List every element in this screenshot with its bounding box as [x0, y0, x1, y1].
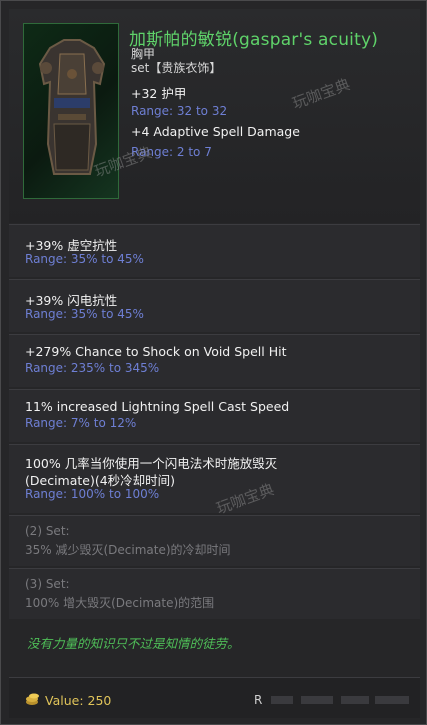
coin-icon [26, 693, 39, 705]
set-bonus-row: (2) Set: 35% 减少毁灭(Decimate)的冷却时间 [9, 515, 420, 566]
item-name: 加斯帕的敏锐(gaspar's acuity) [129, 30, 379, 50]
implicit-armor-stat: +32 护甲 [131, 86, 187, 101]
item-set-name: set【贵族衣饰】 [131, 61, 222, 75]
item-value: Value: 250 [45, 693, 112, 708]
set-bonus-row: (3) Set: 100% 增大毁灭(Decimate)的范围 [9, 568, 420, 619]
obscured-text [375, 696, 409, 704]
affix-stat: +279% Chance to Shock on Void Spell Hit [25, 344, 287, 359]
affix-range: Range: 235% to 345% [25, 361, 160, 375]
item-tooltip: 加斯帕的敏锐(gaspar's acuity) 胸甲 set【贵族衣饰】 +32… [0, 0, 427, 725]
obscured-text [301, 696, 333, 704]
affix-row: 11% increased Lightning Spell Cast Speed… [9, 389, 420, 442]
affix-row: +39% 闪电抗性 Range: 35% to 45% [9, 279, 420, 332]
rarity-letter: R [254, 693, 263, 707]
set-bonus-text: 35% 减少毁灭(Decimate)的冷却时间 [25, 543, 231, 557]
obscured-text [271, 696, 293, 704]
item-footer: Value: 250 R [9, 677, 420, 718]
affix-row: +39% 虚空抗性 Range: 35% to 45% [9, 224, 420, 277]
affix-range: Range: 100% to 100% [25, 487, 160, 501]
implicit-spell-damage-stat: +4 Adaptive Spell Damage [131, 124, 300, 139]
affix-range: Range: 35% to 45% [25, 307, 144, 321]
affix-range: Range: 35% to 45% [25, 252, 144, 266]
affix-row: +279% Chance to Shock on Void Spell Hit … [9, 334, 420, 387]
affix-range: Range: 7% to 12% [25, 416, 137, 430]
flavor-text: 没有力量的知识只不过是知情的徒劳。 [27, 636, 240, 651]
implicit-armor-range: Range: 32 to 32 [131, 104, 228, 118]
set-bonus-text: 100% 增大毁灭(Decimate)的范围 [25, 596, 215, 610]
affix-stat: 11% increased Lightning Spell Cast Speed [25, 399, 290, 414]
set-bonus-label: (3) Set: [25, 577, 70, 591]
set-bonus-label: (2) Set: [25, 524, 70, 538]
obscured-text [341, 696, 369, 704]
